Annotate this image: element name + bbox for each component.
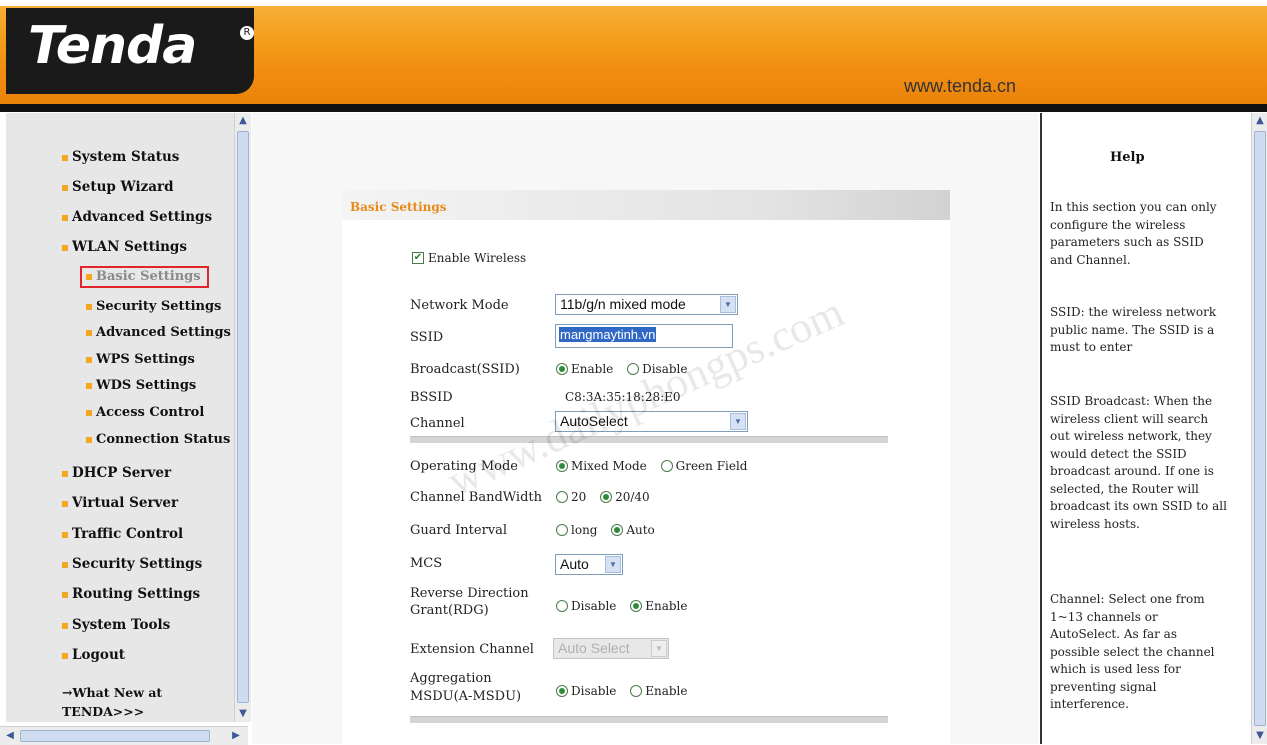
help-paragraph: SSID Broadcast: When the wireless client… xyxy=(1050,394,1227,531)
header-top-strip xyxy=(0,0,1267,6)
tenda-logo: Tenda R xyxy=(6,8,254,94)
bullet-icon xyxy=(62,622,68,629)
help-paragraph: SSID: the wireless network public name. … xyxy=(1050,305,1217,354)
nav-wps-settings[interactable]: WPS Settings xyxy=(86,352,195,367)
bandwidth-20-radio[interactable] xyxy=(556,490,568,503)
help-scrollbar[interactable]: ▲ ▼ xyxy=(1251,113,1267,744)
guard-interval-radio-group: long Auto xyxy=(556,522,665,537)
help-paragraph: In this section you can only configure t… xyxy=(1050,200,1217,267)
scroll-down-icon[interactable]: ▼ xyxy=(1252,728,1267,744)
amsdu-label: Aggregation MSDU(A-MSDU) xyxy=(410,671,522,704)
nav-access-control[interactable]: Access Control xyxy=(86,405,204,420)
guard-long-radio[interactable] xyxy=(556,523,568,536)
nav-dhcp-server[interactable]: DHCP Server xyxy=(62,465,171,481)
rdg-disable-radio[interactable] xyxy=(556,599,568,612)
checkbox-checked-icon[interactable]: ✔ xyxy=(412,251,424,264)
operating-mode-radio-group: Mixed Mode Green Field xyxy=(556,458,757,473)
site-url: www.tenda.cn xyxy=(904,76,1017,96)
nav-system-tools[interactable]: System Tools xyxy=(62,617,170,633)
mcs-select[interactable]: Auto ▼ xyxy=(555,554,623,575)
mcs-label: MCS xyxy=(410,556,443,571)
nav-wlan-basic-settings[interactable]: Basic Settings xyxy=(80,266,209,288)
bullet-icon xyxy=(86,409,92,416)
green-field-radio[interactable] xyxy=(660,459,673,472)
bullet-icon xyxy=(62,652,68,659)
nav-system-status[interactable]: System Status xyxy=(62,149,179,165)
network-mode-label: Network Mode xyxy=(410,298,509,313)
amsdu-disable-radio[interactable] xyxy=(556,684,568,697)
channel-label: Channel xyxy=(410,416,465,431)
nav-setup-wizard[interactable]: Setup Wizard xyxy=(62,179,174,195)
scroll-down-icon[interactable]: ▼ xyxy=(235,706,251,722)
bullet-icon xyxy=(62,470,68,477)
nav-connection-status[interactable]: Connection Status xyxy=(86,432,230,447)
registered-icon: R xyxy=(240,26,254,40)
bullet-icon xyxy=(86,329,92,336)
bullet-icon xyxy=(62,214,68,221)
extension-channel-select[interactable]: Auto Select ▼ xyxy=(553,638,669,659)
nav-wds-settings[interactable]: WDS Settings xyxy=(86,378,196,393)
bullet-icon xyxy=(86,273,92,280)
nav-virtual-server[interactable]: Virtual Server xyxy=(62,495,178,511)
bullet-icon xyxy=(86,356,92,363)
bssid-label: BSSID xyxy=(410,390,453,405)
help-scroll-thumb[interactable] xyxy=(1254,131,1266,726)
header-divider xyxy=(0,104,1267,112)
logo-text: Tenda xyxy=(28,16,197,76)
sidebar-scrollbar[interactable]: ▲ ▼ xyxy=(234,113,251,722)
bandwidth-2040-radio[interactable] xyxy=(600,490,613,503)
nav-advanced-settings[interactable]: Advanced Settings xyxy=(62,209,212,225)
bullet-icon xyxy=(62,531,68,538)
bullet-icon xyxy=(86,436,92,443)
rdg-enable-radio[interactable] xyxy=(630,599,643,612)
chevron-down-icon[interactable]: ▼ xyxy=(730,413,746,430)
bullet-icon xyxy=(62,244,68,251)
section-divider-bottom xyxy=(410,716,888,723)
horizontal-scroll-thumb[interactable] xyxy=(20,730,210,742)
ssid-label: SSID xyxy=(410,330,444,345)
amsdu-radio-group: Disable Enable xyxy=(556,683,698,698)
bullet-icon xyxy=(86,382,92,389)
sidebar-horizontal-scrollbar[interactable]: ◀ ▶ xyxy=(0,726,248,745)
help-paragraph: Channel: Select one from 1~13 channels o… xyxy=(1050,592,1215,711)
bullet-icon xyxy=(62,591,68,598)
whats-new-link[interactable]: →What New at TENDA>>> xyxy=(62,683,162,721)
scroll-up-icon[interactable]: ▲ xyxy=(235,113,251,129)
nav-wlan-security-settings[interactable]: Security Settings xyxy=(86,299,221,314)
bullet-icon xyxy=(62,154,68,161)
network-mode-select[interactable]: 11b/g/n mixed mode ▼ xyxy=(555,294,738,315)
sidebar-scroll-thumb[interactable] xyxy=(237,131,249,703)
nav-logout[interactable]: Logout xyxy=(62,647,125,663)
chevron-down-icon[interactable]: ▼ xyxy=(720,296,736,313)
broadcast-label: Broadcast(SSID) xyxy=(410,362,520,377)
chevron-down-icon: ▼ xyxy=(651,640,667,657)
scroll-left-icon[interactable]: ◀ xyxy=(2,728,18,744)
guard-auto-radio[interactable] xyxy=(611,523,624,536)
extension-channel-label: Extension Channel xyxy=(410,642,534,657)
scroll-up-icon[interactable]: ▲ xyxy=(1252,113,1267,129)
bullet-icon xyxy=(86,303,92,310)
rdg-radio-group: Disable Enable xyxy=(556,598,698,613)
panel-title: Basic Settings xyxy=(350,200,447,214)
chevron-down-icon[interactable]: ▼ xyxy=(605,556,621,573)
nav-wlan-advanced-settings[interactable]: Advanced Settings xyxy=(86,325,231,340)
amsdu-enable-radio[interactable] xyxy=(630,684,643,697)
bandwidth-radio-group: 20 20/40 xyxy=(556,489,660,504)
nav-wlan-settings[interactable]: WLAN Settings xyxy=(62,239,187,255)
broadcast-enable-radio[interactable] xyxy=(556,362,568,375)
guard-interval-label: Guard Interval xyxy=(410,523,508,538)
bullet-icon xyxy=(62,561,68,568)
enable-wireless-checkbox[interactable]: ✔ Enable Wireless xyxy=(412,250,536,265)
scroll-right-icon[interactable]: ▶ xyxy=(228,728,244,744)
nav-routing-settings[interactable]: Routing Settings xyxy=(62,586,200,602)
nav-security-settings[interactable]: Security Settings xyxy=(62,556,202,572)
rdg-label: Reverse Direction Grant(RDG) xyxy=(410,586,529,618)
bullet-icon xyxy=(62,184,68,191)
help-title: Help xyxy=(1110,150,1145,165)
bullet-icon xyxy=(62,500,68,507)
nav-traffic-control[interactable]: Traffic Control xyxy=(62,526,183,542)
